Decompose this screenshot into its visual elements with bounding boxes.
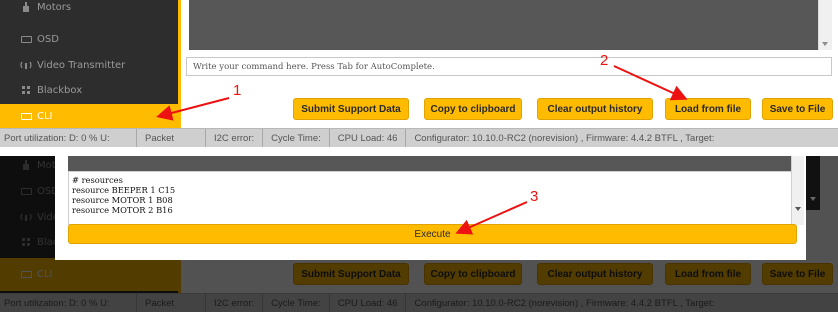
cli-tab-screenshot: Motors OSD Video Transmitter Blackbox CL…: [0, 0, 838, 147]
annotation-arrows: [156, 65, 688, 121]
arrow-to-execute-button: [455, 201, 528, 235]
arrow-to-cli-tab: [156, 97, 230, 121]
annotation-arrows: [455, 201, 528, 235]
arrow-to-load-button: [613, 65, 688, 101]
load-file-dialog-screenshot: Motors OSD Video Transmitter Blackbox CL…: [0, 156, 838, 312]
